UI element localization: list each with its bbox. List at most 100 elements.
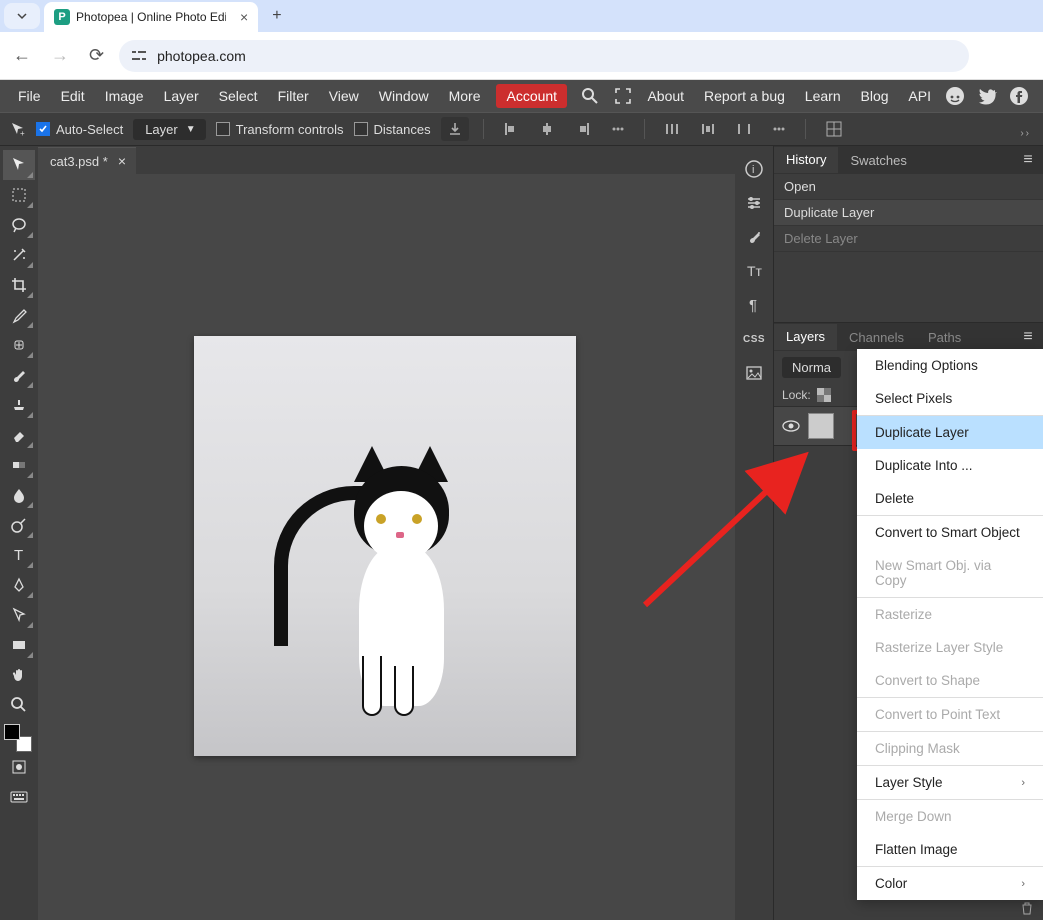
adjustments-icon[interactable] — [738, 186, 770, 220]
new-tab-button[interactable]: + — [272, 7, 281, 25]
history-item[interactable]: Delete Layer — [774, 226, 1043, 252]
address-bar[interactable]: photopea.com — [119, 40, 969, 72]
align-right-icon[interactable] — [570, 121, 596, 137]
lasso-tool[interactable] — [3, 210, 35, 240]
marquee-tool[interactable] — [3, 180, 35, 210]
keyboard-icon[interactable] — [3, 782, 35, 812]
healing-tool[interactable] — [3, 330, 35, 360]
panel-options-button[interactable]: ≡ — [1016, 325, 1040, 349]
eyedropper-tool[interactable] — [3, 300, 35, 330]
css-panel-icon[interactable]: CSS — [738, 322, 770, 356]
shape-tool[interactable] — [3, 630, 35, 660]
facebook-icon[interactable] — [1003, 86, 1035, 106]
menu-blog[interactable]: Blog — [853, 84, 897, 108]
align-center-h-icon[interactable] — [534, 121, 560, 137]
hand-tool[interactable] — [3, 660, 35, 690]
tab-swatches[interactable]: Swatches — [838, 148, 918, 173]
nav-reload-button[interactable]: ⟳ — [84, 45, 109, 66]
menu-filter[interactable]: Filter — [268, 84, 319, 108]
auto-select-checkbox[interactable]: Auto-Select — [36, 122, 123, 137]
menu-select[interactable]: Select — [209, 84, 268, 108]
browser-tab[interactable]: P Photopea | Online Photo Edi × — [44, 2, 258, 32]
dodge-tool[interactable] — [3, 510, 35, 540]
menu-report-bug[interactable]: Report a bug — [696, 84, 793, 108]
tab-close-button[interactable]: × — [240, 9, 248, 25]
document-tab-close[interactable]: × — [118, 153, 126, 169]
menu-image[interactable]: Image — [95, 84, 154, 108]
context-menu-item[interactable]: Layer Style› — [857, 766, 1043, 799]
blend-mode-select[interactable]: Norma — [782, 357, 841, 378]
brush-panel-icon[interactable] — [738, 220, 770, 254]
path-select-tool[interactable] — [3, 600, 35, 630]
nav-forward-button[interactable]: → — [46, 45, 74, 66]
pen-tool[interactable] — [3, 570, 35, 600]
brush-tool[interactable] — [3, 360, 35, 390]
align-left-icon[interactable] — [498, 121, 524, 137]
eraser-tool[interactable] — [3, 420, 35, 450]
magic-wand-tool[interactable] — [3, 240, 35, 270]
info-icon[interactable]: i — [738, 152, 770, 186]
distribute-more-icon[interactable] — [767, 122, 791, 136]
site-settings-icon[interactable] — [131, 49, 147, 63]
tab-paths[interactable]: Paths — [916, 325, 973, 350]
distribute-center-icon[interactable] — [695, 121, 721, 137]
menu-learn[interactable]: Learn — [797, 84, 849, 108]
tab-search-button[interactable] — [4, 3, 40, 29]
panel-options-button[interactable]: ≡ — [1016, 148, 1040, 172]
image-panel-icon[interactable] — [738, 356, 770, 390]
account-button[interactable]: Account — [496, 84, 567, 108]
download-icon[interactable] — [441, 117, 469, 141]
menu-edit[interactable]: Edit — [51, 84, 95, 108]
quick-mask-tool[interactable] — [3, 752, 35, 782]
history-item[interactable]: Open — [774, 174, 1043, 200]
collapse-right-icon[interactable]: ›› — [1020, 128, 1031, 139]
clone-stamp-tool[interactable] — [3, 390, 35, 420]
move-tool[interactable] — [3, 150, 35, 180]
document-tab[interactable]: cat3.psd * × — [38, 147, 136, 174]
tab-history[interactable]: History — [774, 147, 838, 173]
context-menu-item[interactable]: Convert to Smart Object — [857, 516, 1043, 549]
layer-thumbnail[interactable] — [808, 413, 834, 439]
crop-tool[interactable] — [3, 270, 35, 300]
transform-controls-checkbox[interactable]: Transform controls — [216, 122, 344, 137]
lock-transparency-icon[interactable] — [817, 388, 831, 402]
distribute-right-icon[interactable] — [731, 121, 757, 137]
menu-about[interactable]: About — [639, 84, 692, 108]
color-swatches[interactable] — [4, 724, 34, 752]
search-icon[interactable] — [573, 87, 607, 105]
canvas[interactable] — [194, 336, 576, 756]
zoom-tool[interactable] — [3, 690, 35, 720]
distribute-left-icon[interactable] — [659, 121, 685, 137]
fg-color-swatch[interactable] — [4, 724, 20, 740]
context-menu-item[interactable]: Duplicate Layer — [857, 416, 1043, 449]
context-menu-item[interactable]: Flatten Image — [857, 833, 1043, 866]
context-menu-item[interactable]: Blending Options — [857, 349, 1043, 382]
canvas-area[interactable]: cat3.psd * × — [38, 146, 735, 920]
nav-back-button[interactable]: ← — [8, 45, 36, 66]
menu-window[interactable]: Window — [369, 84, 439, 108]
context-menu-item[interactable]: Delete — [857, 482, 1043, 515]
gradient-tool[interactable] — [3, 450, 35, 480]
reddit-icon[interactable] — [939, 86, 971, 106]
character-panel-icon[interactable]: Tт — [738, 254, 770, 288]
layer-visibility-icon[interactable] — [782, 419, 800, 433]
menu-api[interactable]: API — [900, 84, 939, 108]
menu-more[interactable]: More — [439, 84, 491, 108]
menu-layer[interactable]: Layer — [154, 84, 209, 108]
menu-view[interactable]: View — [319, 84, 369, 108]
tab-layers[interactable]: Layers — [774, 324, 837, 350]
history-item[interactable]: Duplicate Layer — [774, 200, 1043, 226]
context-menu-item[interactable]: Color› — [857, 867, 1043, 900]
blur-tool[interactable] — [3, 480, 35, 510]
grid-toggle-icon[interactable] — [820, 120, 848, 138]
delete-layer-icon[interactable] — [1019, 900, 1035, 916]
align-more-icon[interactable] — [606, 122, 630, 136]
menu-file[interactable]: File — [8, 84, 51, 108]
move-tool-icon[interactable]: + — [10, 121, 26, 137]
paragraph-panel-icon[interactable]: ¶ — [738, 288, 770, 322]
distances-checkbox[interactable]: Distances — [354, 122, 431, 137]
select-scope-dropdown[interactable]: Layer ▼ — [133, 119, 205, 140]
context-menu-item[interactable]: Duplicate Into ... — [857, 449, 1043, 482]
twitter-icon[interactable] — [971, 86, 1003, 106]
context-menu-item[interactable]: Select Pixels — [857, 382, 1043, 415]
